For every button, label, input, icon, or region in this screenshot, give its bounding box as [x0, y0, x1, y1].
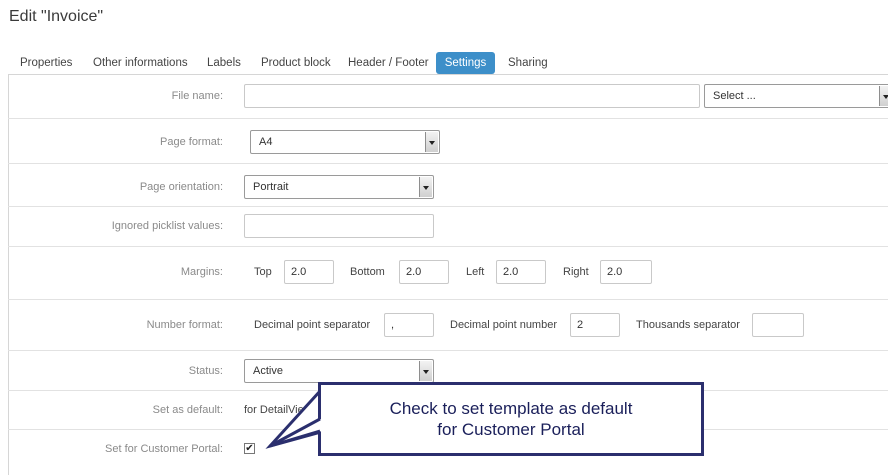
chevron-down-icon [419, 361, 432, 381]
row-divider [8, 350, 888, 351]
file-name-select-value: Select ... [713, 90, 756, 102]
file-name-input[interactable] [244, 84, 700, 108]
page-format-value: A4 [259, 136, 273, 148]
page-format-label: Page format: [160, 136, 223, 148]
margin-bottom-input[interactable]: 2.0 [399, 260, 449, 284]
margin-right-label: Right [563, 266, 589, 278]
set-default-label: Set as default: [152, 404, 223, 416]
page-orientation-label: Page orientation: [139, 181, 223, 193]
file-name-select[interactable]: Select ... [704, 84, 888, 108]
margin-top-label: Top [254, 266, 272, 278]
chevron-down-icon [419, 177, 432, 197]
thousands-separator-input[interactable] [752, 313, 804, 337]
page-orientation-select[interactable]: Portrait [244, 175, 434, 199]
ignored-picklist-input[interactable] [244, 214, 434, 238]
tab-other-informations[interactable]: Other informations [93, 52, 188, 74]
thousands-separator-label: Thousands separator [636, 319, 740, 331]
number-format-label: Number format: [146, 319, 223, 331]
row-divider [8, 299, 888, 300]
margin-left-input[interactable]: 2.0 [496, 260, 546, 284]
decimal-separator-input[interactable]: , [384, 313, 434, 337]
customer-portal-label: Set for Customer Portal: [105, 443, 223, 455]
decimal-number-label: Decimal point number [450, 319, 557, 331]
ignored-picklist-label: Ignored picklist values: [111, 220, 223, 232]
tab-sharing[interactable]: Sharing [508, 52, 548, 74]
page-orientation-value: Portrait [253, 181, 289, 193]
decimal-number-input[interactable]: 2 [570, 313, 620, 337]
row-divider [8, 163, 888, 164]
tab-product-block[interactable]: Product block [261, 52, 331, 74]
callout-text: Check to set template as default for Cus… [318, 398, 704, 440]
tab-labels[interactable]: Labels [207, 52, 241, 74]
status-value: Active [253, 365, 283, 377]
page-format-select[interactable]: A4 [250, 130, 440, 154]
tab-properties[interactable]: Properties [20, 52, 72, 74]
callout-line-1: Check to set template as default [389, 399, 633, 418]
file-name-label: File name: [171, 90, 223, 102]
tab-settings[interactable]: Settings [436, 52, 495, 74]
margins-label: Margins: [180, 266, 223, 278]
chevron-down-icon [879, 86, 888, 106]
tab-header-footer[interactable]: Header / Footer [348, 52, 429, 74]
page-title: Edit "Invoice" [9, 8, 104, 25]
row-divider [8, 246, 888, 247]
margin-bottom-label: Bottom [350, 266, 385, 278]
margin-left-label: Left [466, 266, 485, 278]
row-divider [8, 118, 888, 119]
row-divider [8, 206, 888, 207]
callout-line-2: for Customer Portal [437, 420, 585, 439]
status-label: Status: [188, 365, 223, 377]
margin-top-input[interactable]: 2.0 [284, 260, 334, 284]
decimal-separator-label: Decimal point separator [254, 319, 371, 331]
chevron-down-icon [425, 132, 438, 152]
margin-right-input[interactable]: 2.0 [600, 260, 652, 284]
